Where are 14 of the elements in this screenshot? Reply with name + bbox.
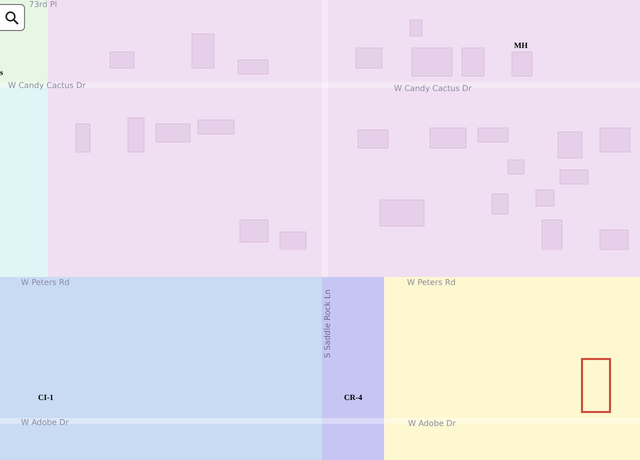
zone-label: CR-4	[344, 393, 362, 402]
street-label: W Candy Cactus Dr	[8, 81, 86, 91]
zone-label: s	[0, 68, 4, 77]
street-label: 73rd Pl	[29, 0, 57, 10]
street-label: W Adobe Dr	[408, 419, 456, 429]
zone-label: CI-1	[38, 393, 54, 402]
street-label: W Candy Cactus Dr	[394, 84, 472, 94]
street-label: W Peters Rd	[21, 278, 70, 288]
search-icon	[5, 10, 19, 24]
street-label: S Saddle Rock Ln	[323, 289, 333, 358]
zone-label: MH	[514, 41, 528, 50]
search-button[interactable]	[0, 4, 25, 31]
street-label: W Peters Rd	[407, 278, 456, 288]
street-label: W Adobe Dr	[21, 418, 69, 428]
